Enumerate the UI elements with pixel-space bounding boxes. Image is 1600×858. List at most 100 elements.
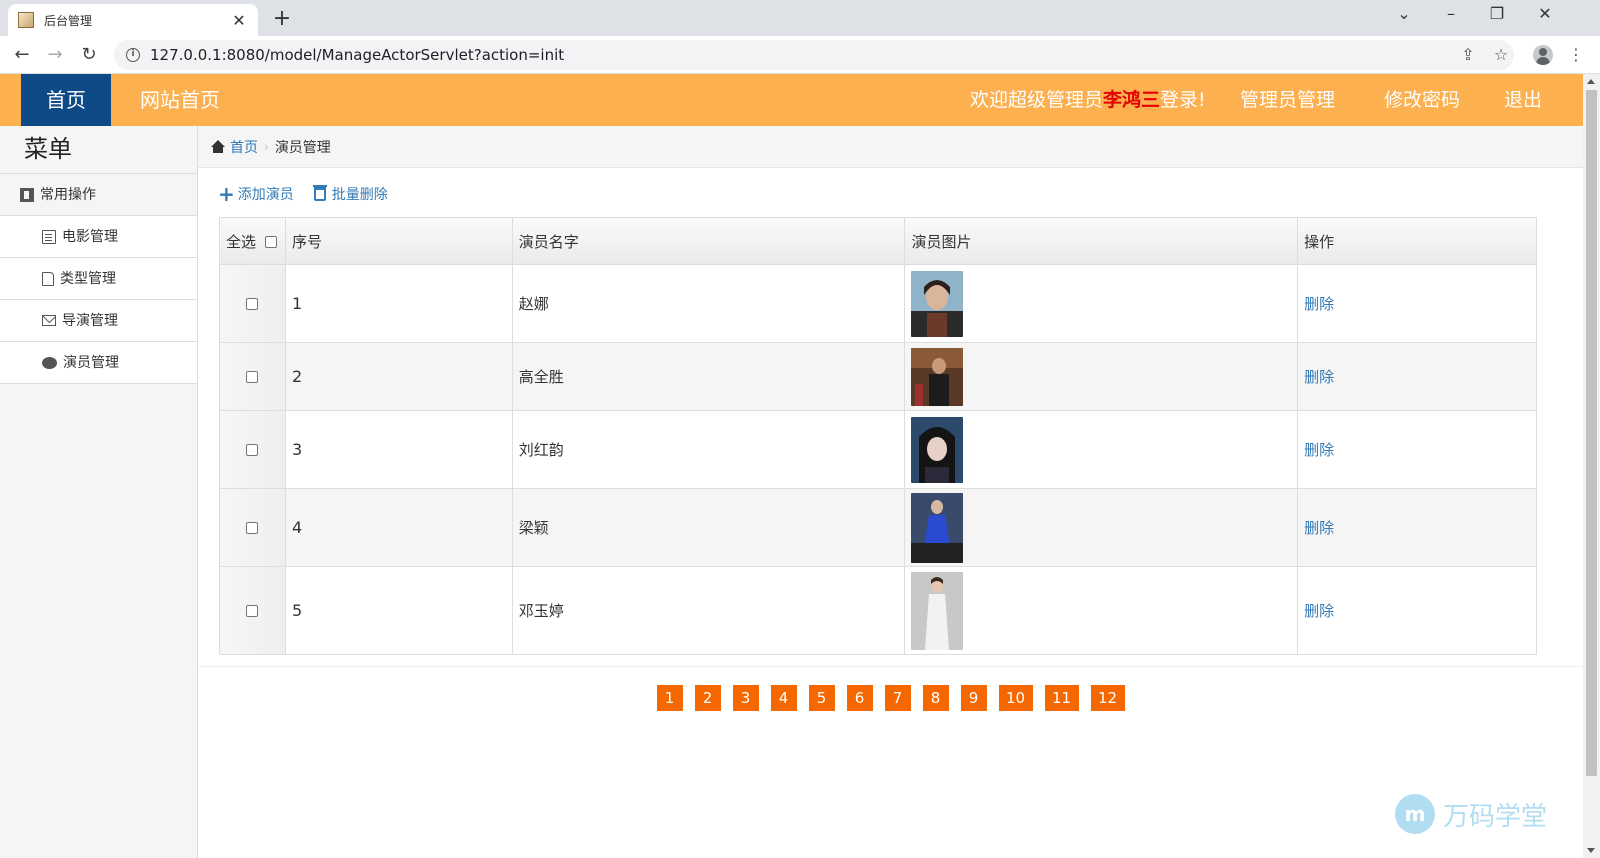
forward-icon[interactable]: → — [42, 42, 68, 68]
file-icon — [42, 271, 54, 286]
nav-site-home[interactable]: 网站首页 — [140, 74, 220, 126]
column-header: 操作 — [1297, 217, 1537, 265]
sidebar-item-actor[interactable]: 演员管理 — [0, 342, 197, 384]
page-button[interactable]: 2 — [694, 685, 721, 711]
toolbar: + 添加演员 批量删除 — [218, 184, 408, 204]
page-button[interactable]: 11 — [1044, 685, 1079, 711]
minimize-icon[interactable]: – — [1436, 4, 1466, 23]
column-header: 序号 — [284, 217, 513, 265]
home-icon — [210, 139, 226, 154]
row-action-cell: 删除 — [1297, 410, 1537, 489]
delete-link[interactable]: 删除 — [1304, 441, 1334, 459]
add-actor-button[interactable]: + 添加演员 — [218, 184, 294, 204]
menu-title: 菜单 — [0, 126, 197, 174]
page-button[interactable]: 8 — [922, 685, 949, 711]
row-actor-name: 高全胜 — [511, 342, 906, 411]
sidebar: 菜单 常用操作 电影管理 类型管理 导演管理 演员管理 — [0, 126, 198, 858]
select-all-checkbox[interactable] — [264, 236, 277, 248]
restore-icon[interactable]: ❐ — [1482, 4, 1512, 23]
actor-photo — [911, 416, 964, 483]
row-seq: 1 — [284, 264, 513, 343]
page-button[interactable]: 4 — [770, 685, 797, 711]
page-button[interactable]: 6 — [846, 685, 873, 711]
delete-link[interactable]: 删除 — [1304, 602, 1334, 620]
row-checkbox[interactable] — [246, 604, 259, 617]
breadcrumb-home[interactable]: 首页 — [230, 137, 258, 157]
page-button[interactable]: 1 — [656, 685, 683, 711]
reload-icon[interactable]: ↻ — [76, 42, 102, 68]
row-actor-name: 梁颖 — [511, 488, 906, 567]
logout-link[interactable]: 退出 — [1504, 74, 1542, 126]
menu-group-common[interactable]: 常用操作 — [0, 174, 197, 216]
delete-link[interactable]: 删除 — [1304, 519, 1334, 537]
comment-icon — [42, 356, 57, 369]
row-photo-cell — [904, 488, 1299, 567]
tab-title: 后台管理 — [44, 13, 93, 28]
table-header-row: 全选 序号 演员名字 演员图片 操作 — [219, 217, 1537, 265]
tab-search-icon[interactable]: ⌄ — [1389, 4, 1419, 23]
profile-avatar-icon[interactable] — [1533, 45, 1553, 65]
scroll-up-icon[interactable] — [1587, 79, 1595, 84]
scroll-down-icon[interactable] — [1587, 848, 1595, 853]
admin-name: 李鸿三 — [1103, 89, 1161, 111]
batch-delete-button[interactable]: 批量删除 — [312, 184, 388, 204]
row-action-cell: 删除 — [1297, 264, 1537, 343]
breadcrumb-separator: › — [264, 139, 269, 154]
window-close-icon[interactable]: ✕ — [1530, 4, 1560, 23]
table-row: 1 赵娜 删除 — [219, 264, 1537, 343]
main-content: 首页 › 演员管理 + 添加演员 批量删除 全选 序号 演员名字 演员图片 操作… — [198, 126, 1583, 858]
actor-photo — [911, 571, 964, 650]
admin-manage-link[interactable]: 管理员管理 — [1240, 74, 1335, 126]
scroll-thumb[interactable] — [1586, 90, 1597, 776]
sidebar-item-label: 导演管理 — [62, 312, 118, 329]
row-checkbox-cell — [219, 264, 286, 343]
delete-link[interactable]: 删除 — [1304, 295, 1334, 313]
sidebar-item-genre[interactable]: 类型管理 — [0, 258, 197, 300]
bookmark-star-icon[interactable]: ☆ — [1491, 45, 1511, 65]
welcome-message: 欢迎超级管理员李鸿三登录! — [970, 74, 1206, 126]
row-checkbox[interactable] — [246, 370, 259, 383]
nav-home[interactable]: 首页 — [21, 74, 111, 126]
row-checkbox[interactable] — [246, 521, 259, 534]
actor-photo — [911, 347, 964, 406]
url-text: 127.0.0.1:8080/model/ManageActorServlet?… — [150, 46, 565, 64]
add-actor-label: 添加演员 — [237, 187, 294, 203]
page-button[interactable]: 12 — [1090, 685, 1125, 711]
new-tab-icon[interactable]: + — [270, 6, 294, 31]
breadcrumb: 首页 › 演员管理 — [198, 126, 1583, 168]
select-all-header: 全选 — [219, 217, 286, 265]
url-field[interactable]: i 127.0.0.1:8080/model/ManageActorServle… — [114, 40, 1514, 70]
page-button[interactable]: 9 — [960, 685, 987, 711]
share-icon[interactable]: ⇪ — [1458, 45, 1478, 65]
tab-close-icon[interactable]: ✕ — [230, 11, 248, 30]
batch-delete-label: 批量删除 — [331, 187, 388, 203]
page-button[interactable]: 5 — [808, 685, 835, 711]
row-actor-name: 刘红韵 — [511, 410, 906, 489]
page-scrollbar[interactable] — [1583, 74, 1600, 858]
sidebar-item-movie[interactable]: 电影管理 — [0, 216, 197, 258]
page-button[interactable]: 10 — [998, 685, 1033, 711]
delete-link[interactable]: 删除 — [1304, 368, 1334, 386]
row-action-cell: 删除 — [1297, 488, 1537, 567]
page-button[interactable]: 3 — [732, 685, 759, 711]
browser-tab[interactable]: 后台管理 ✕ — [8, 4, 258, 36]
change-password-link[interactable]: 修改密码 — [1384, 74, 1460, 126]
row-seq: 4 — [284, 488, 513, 567]
select-all-label: 全选 — [226, 232, 257, 251]
page-button[interactable]: 7 — [884, 685, 911, 711]
address-bar: ← → ↻ i 127.0.0.1:8080/model/ManageActor… — [0, 36, 1600, 74]
row-photo-cell — [904, 342, 1299, 411]
row-photo-cell — [904, 410, 1299, 489]
row-action-cell: 删除 — [1297, 342, 1537, 411]
app-header: 首页 网站首页 欢迎超级管理员李鸿三登录! 管理员管理 修改密码 退出 — [0, 74, 1583, 126]
row-checkbox-cell — [219, 488, 286, 567]
row-checkbox[interactable] — [246, 297, 259, 310]
browser-menu-icon[interactable]: ⋮ — [1566, 45, 1586, 65]
row-action-cell: 删除 — [1297, 566, 1537, 655]
row-checkbox[interactable] — [246, 443, 259, 456]
back-icon[interactable]: ← — [9, 42, 35, 68]
sidebar-item-director[interactable]: 导演管理 — [0, 300, 197, 342]
table-row: 5 邓玉婷 删除 — [219, 566, 1537, 655]
site-info-icon[interactable]: i — [126, 48, 140, 62]
row-photo-cell — [904, 566, 1299, 655]
